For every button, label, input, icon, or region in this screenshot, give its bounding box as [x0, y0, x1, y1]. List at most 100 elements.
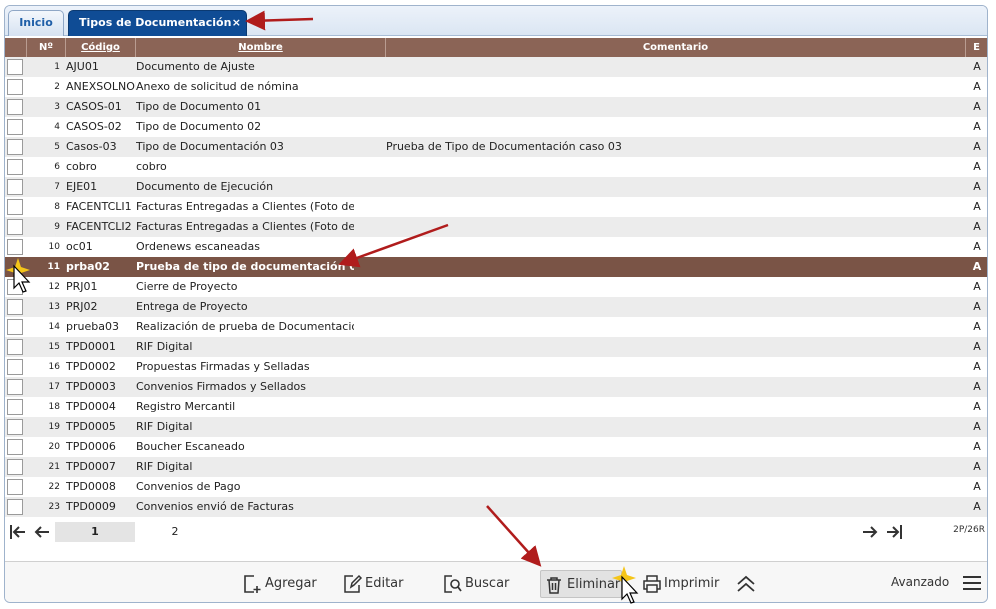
header-no[interactable]: Nº [27, 38, 66, 57]
table-row[interactable]: 22 TPD0008 Convenios de Pago A [5, 477, 987, 497]
row-number: 3 [54, 102, 60, 112]
row-checkbox[interactable] [6, 77, 24, 97]
row-checkbox[interactable] [6, 117, 24, 137]
row-checkbox[interactable] [6, 417, 24, 437]
row-comentario [386, 457, 966, 477]
row-estado: A [973, 200, 981, 213]
row-checkbox[interactable] [6, 257, 24, 277]
page-1[interactable]: 1 [55, 522, 135, 542]
row-codigo: TPD0008 [66, 480, 116, 493]
row-number: 9 [54, 222, 60, 232]
row-comentario [386, 117, 966, 137]
row-checkbox[interactable] [6, 477, 24, 497]
bottom-toolbar: Agregar Editar Buscar Eliminar Imprimir … [5, 561, 987, 602]
table-row[interactable]: 3 CASOS-01 Tipo de Documento 01 A [5, 97, 987, 117]
row-comentario [386, 197, 966, 217]
last-page-icon[interactable] [883, 521, 905, 543]
row-checkbox[interactable] [6, 217, 24, 237]
table-row[interactable]: 15 TPD0001 RIF Digital A [5, 337, 987, 357]
collapse-button[interactable] [735, 570, 759, 598]
header-estado[interactable]: E [966, 38, 987, 57]
table-row[interactable]: 7 EJE01 Documento de Ejecución A [5, 177, 987, 197]
row-estado: A [973, 220, 981, 233]
row-checkbox[interactable] [6, 357, 24, 377]
next-page-icon[interactable] [859, 521, 881, 543]
header-nombre[interactable]: Nombre [136, 38, 386, 57]
tab-tipos-de-documentacion[interactable]: Tipos de Documentación × [68, 10, 247, 36]
row-checkbox[interactable] [6, 457, 24, 477]
table-row[interactable]: 19 TPD0005 RIF Digital A [5, 417, 987, 437]
add-label: Agregar [265, 576, 317, 591]
search-icon [444, 575, 462, 593]
header-codigo[interactable]: Código [66, 38, 136, 57]
row-checkbox[interactable] [6, 397, 24, 417]
table-row-selected[interactable]: 11 prba02 Prueba de tipo de documentación … [5, 257, 987, 277]
row-comentario [386, 97, 966, 117]
header-comentario[interactable]: Comentario [386, 38, 966, 57]
row-comentario [386, 297, 966, 317]
row-checkbox[interactable] [6, 297, 24, 317]
table-row[interactable]: 6 cobro cobro A [5, 157, 987, 177]
table-row[interactable]: 9 FACENTCLI2 Facturas Entregadas a Cliente… [5, 217, 987, 237]
table-row[interactable]: 1 AJU01 Documento de Ajuste A [5, 57, 987, 77]
row-checkbox[interactable] [6, 57, 24, 77]
row-checkbox[interactable] [6, 97, 24, 117]
row-checkbox[interactable] [6, 157, 24, 177]
table-row[interactable]: 2 ANEXSOLNOI Anexo de solicitud de nómina A [5, 77, 987, 97]
row-number: 6 [54, 162, 60, 172]
row-codigo: TPD0004 [66, 400, 116, 413]
page-2[interactable]: 2 [135, 522, 215, 542]
row-estado: A [973, 60, 981, 73]
row-checkbox[interactable] [6, 237, 24, 257]
print-button[interactable]: Imprimir [642, 570, 727, 598]
row-checkbox[interactable] [6, 377, 24, 397]
table-row[interactable]: 5 Casos-03 Tipo de Documentación 03 Prueba … [5, 137, 987, 157]
row-codigo: TPD0003 [66, 380, 116, 393]
close-icon[interactable]: × [232, 11, 241, 35]
row-checkbox[interactable] [6, 277, 24, 297]
table-row[interactable]: 20 TPD0006 Boucher Escaneado A [5, 437, 987, 457]
table-row[interactable]: 12 PRJ01 Cierre de Proyecto A [5, 277, 987, 297]
row-checkbox[interactable] [6, 317, 24, 337]
row-checkbox[interactable] [6, 197, 24, 217]
table-row[interactable]: 21 TPD0007 RIF Digital A [5, 457, 987, 477]
row-codigo: CASOS-01 [66, 100, 122, 113]
table-row[interactable]: 16 TPD0002 Propuestas Firmadas y Selladas A [5, 357, 987, 377]
search-button[interactable]: Buscar [443, 570, 518, 598]
advanced-button[interactable]: Avanzado [891, 570, 986, 598]
pager: 1 2 2P/26R [5, 520, 987, 544]
table-row[interactable]: 4 CASOS-02 Tipo de Documento 02 A [5, 117, 987, 137]
table-row[interactable]: 18 TPD0004 Registro Mercantil A [5, 397, 987, 417]
tab-inicio[interactable]: Inicio [8, 10, 64, 36]
row-estado: A [973, 240, 981, 253]
table-row[interactable]: 8 FACENTCLI1 Facturas Entregadas a Cliente… [5, 197, 987, 217]
row-estado: A [973, 80, 981, 93]
row-number: 18 [48, 402, 60, 412]
row-checkbox[interactable] [6, 177, 24, 197]
row-checkbox[interactable] [6, 137, 24, 157]
table-row[interactable]: 23 TPD0009 Convenios envió de Facturas A [5, 497, 987, 517]
prev-page-icon[interactable] [31, 521, 53, 543]
row-estado: A [973, 380, 981, 393]
row-number: 12 [48, 282, 60, 292]
add-button[interactable]: Agregar [243, 570, 323, 598]
search-label: Buscar [465, 576, 510, 591]
row-checkbox[interactable] [6, 337, 24, 357]
table-row[interactable]: 13 PRJ02 Entrega de Proyecto A [5, 297, 987, 317]
row-comentario [386, 257, 966, 277]
row-codigo: TPD0005 [66, 420, 116, 433]
delete-button[interactable]: Eliminar [540, 570, 622, 598]
table-row[interactable]: 10 oc01 Ordenews escaneadas A [5, 237, 987, 257]
row-number: 17 [48, 382, 60, 392]
row-nombre: Convenios de Pago [136, 480, 241, 493]
first-page-icon[interactable] [7, 521, 29, 543]
edit-button[interactable]: Editar [343, 570, 413, 598]
table-row[interactable]: 17 TPD0003 Convenios Firmados y Sellados A [5, 377, 987, 397]
row-estado: A [973, 320, 981, 333]
row-codigo: EJE01 [66, 180, 98, 193]
row-checkbox[interactable] [6, 497, 24, 517]
table-row[interactable]: 14 prueba03 Realización de prueba de Docum… [5, 317, 987, 337]
row-nombre: Documento de Ejecución [136, 180, 274, 193]
row-checkbox[interactable] [6, 437, 24, 457]
trash-icon [547, 577, 561, 594]
